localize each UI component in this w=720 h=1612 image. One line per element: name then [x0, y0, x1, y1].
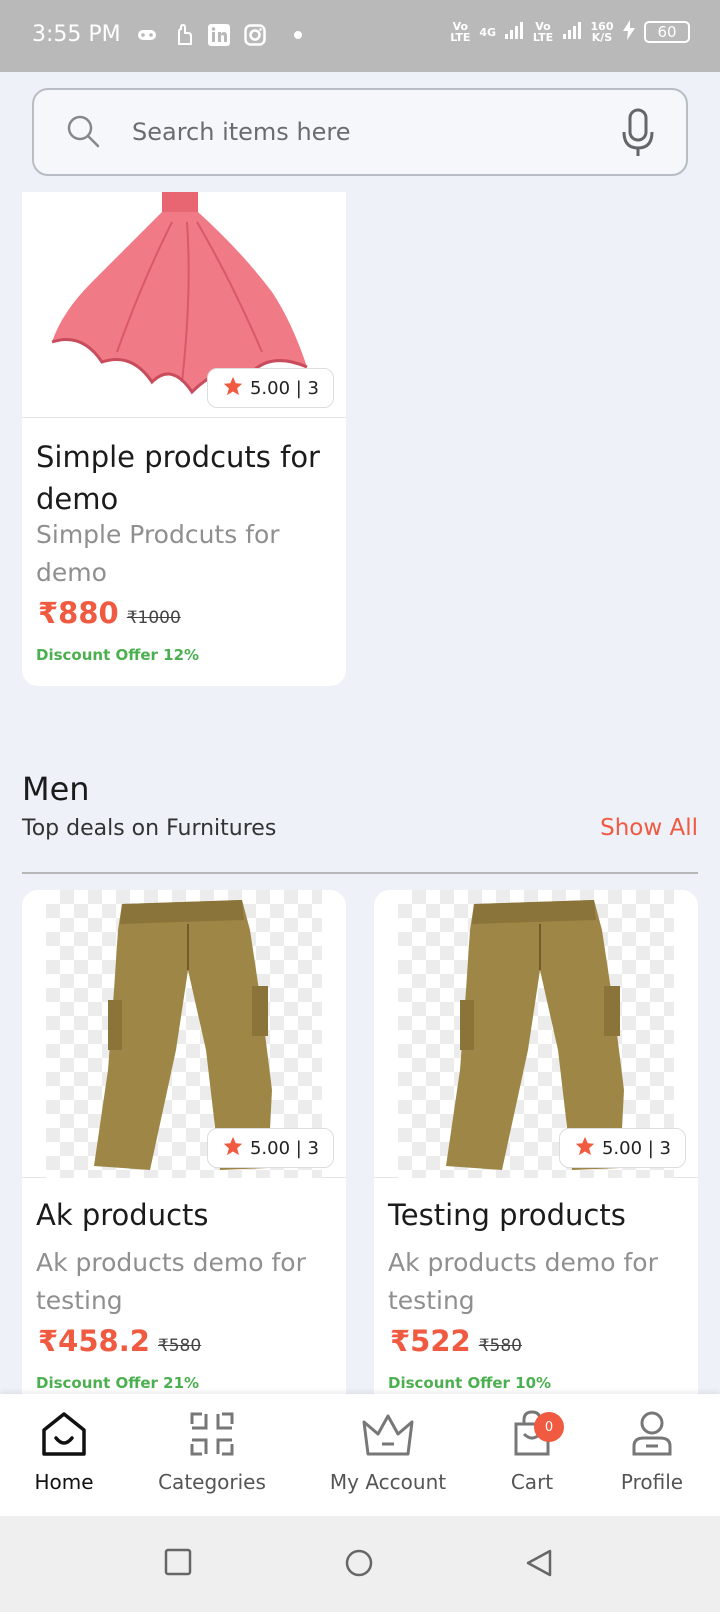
product-image: 5.00 | 3: [22, 192, 346, 418]
star-icon: [574, 1135, 596, 1162]
home-button[interactable]: [344, 1548, 374, 1582]
section-title: Men: [22, 770, 90, 808]
signal-icon-2: [562, 20, 582, 44]
product-mrp: ₹580: [157, 1336, 202, 1356]
notification-icons: [136, 24, 302, 46]
microphone-icon[interactable]: [620, 108, 656, 164]
product-card[interactable]: 5.00 | 3 Ak products Ak products demo fo…: [22, 890, 346, 1410]
signal-icon: [504, 20, 524, 44]
cart-badge: 0: [534, 1412, 564, 1442]
network-4g-label: 4G: [479, 25, 496, 39]
nav-label-home: Home: [34, 1470, 94, 1494]
star-icon: [222, 375, 244, 402]
instagram-icon: [244, 24, 266, 46]
rating-text: 5.00 | 3: [249, 1137, 319, 1159]
product-title[interactable]: Simple prodcuts for demo: [36, 436, 336, 520]
volte-label-2: Vo LTE: [532, 20, 554, 44]
nav-home[interactable]: Home: [0, 1410, 134, 1494]
section-subtitle: Top deals on Furnitures: [22, 816, 277, 841]
discount-label: Discount Offer 10%: [388, 1374, 552, 1392]
price-row: ₹522 ₹580: [390, 1324, 522, 1358]
linkedin-icon: [208, 24, 230, 46]
product-subtitle: Simple Prodcuts for demo: [36, 520, 280, 587]
status-bar: 3:55 PM Vo LTE 4G Vo LTE 160 K/S 60: [0, 0, 720, 72]
more-notifications-dot: [294, 31, 302, 39]
back-button[interactable]: [524, 1548, 554, 1582]
product-card-featured[interactable]: 5.00 | 3 Simple prodcuts for demo Simple…: [22, 192, 346, 686]
nav-profile[interactable]: Profile: [582, 1410, 720, 1494]
network-speed: 160 K/S: [590, 20, 614, 44]
nav-label-my-account: My Account: [329, 1470, 447, 1494]
discount-label: Discount Offer 21%: [36, 1374, 200, 1392]
product-mrp: ₹1000: [126, 608, 181, 628]
product-image: 5.00 | 3: [374, 890, 698, 1178]
nav-label-categories: Categories: [158, 1470, 266, 1494]
product-image: 5.00 | 3: [22, 890, 346, 1178]
volte-label: Vo LTE: [450, 20, 471, 44]
product-mrp: ₹580: [478, 1336, 522, 1356]
home-icon: [40, 1410, 88, 1462]
product-subtitle: Ak products demo for testing: [36, 1248, 306, 1315]
rating-badge: 5.00 | 3: [206, 368, 334, 408]
nav-my-account[interactable]: My Account: [318, 1410, 458, 1494]
crown-icon: [360, 1410, 416, 1462]
categories-icon: [188, 1410, 236, 1462]
bottom-navigation: Home Categories My Account 0 Cart Profil…: [0, 1394, 720, 1516]
product-title[interactable]: Testing products: [388, 1194, 626, 1236]
profile-icon: [628, 1410, 676, 1462]
product-price: ₹880: [38, 596, 119, 630]
rating-badge: 5.00 | 3: [206, 1128, 334, 1168]
nav-cart[interactable]: 0 Cart: [462, 1410, 602, 1494]
charging-icon: [622, 20, 636, 44]
hand-icon: [172, 24, 194, 46]
status-time: 3:55 PM: [32, 22, 121, 47]
recent-apps-button[interactable]: [164, 1548, 192, 1580]
rating-text: 5.00 | 3: [601, 1137, 671, 1159]
gamepad-icon: [136, 24, 158, 46]
star-icon: [222, 1135, 244, 1162]
system-status: Vo LTE 4G Vo LTE 160 K/S 60: [449, 20, 690, 44]
product-price: ₹458.2: [38, 1324, 150, 1358]
nav-categories[interactable]: Categories: [142, 1410, 282, 1494]
section-divider: [22, 872, 698, 874]
rating-text: 5.00 | 3: [249, 377, 319, 399]
system-navigation-bar: [0, 1516, 720, 1612]
rating-badge: 5.00 | 3: [558, 1128, 686, 1168]
product-card[interactable]: 5.00 | 3 Testing products Ak products de…: [374, 890, 698, 1410]
search-bar[interactable]: [32, 88, 688, 176]
product-subtitle: Ak products demo for testing: [388, 1248, 658, 1315]
show-all-link[interactable]: Show All: [600, 815, 698, 841]
battery-indicator: 60: [644, 21, 690, 43]
price-row: ₹880 ₹1000: [38, 596, 181, 630]
search-icon[interactable]: [66, 114, 102, 154]
product-title[interactable]: Ak products: [36, 1194, 209, 1236]
search-input[interactable]: [130, 112, 610, 152]
price-row: ₹458.2 ₹580: [38, 1324, 201, 1358]
nav-label-cart: Cart: [510, 1470, 554, 1494]
nav-label-profile: Profile: [620, 1470, 684, 1494]
product-price: ₹522: [390, 1324, 471, 1358]
discount-label: Discount Offer 12%: [36, 646, 200, 664]
